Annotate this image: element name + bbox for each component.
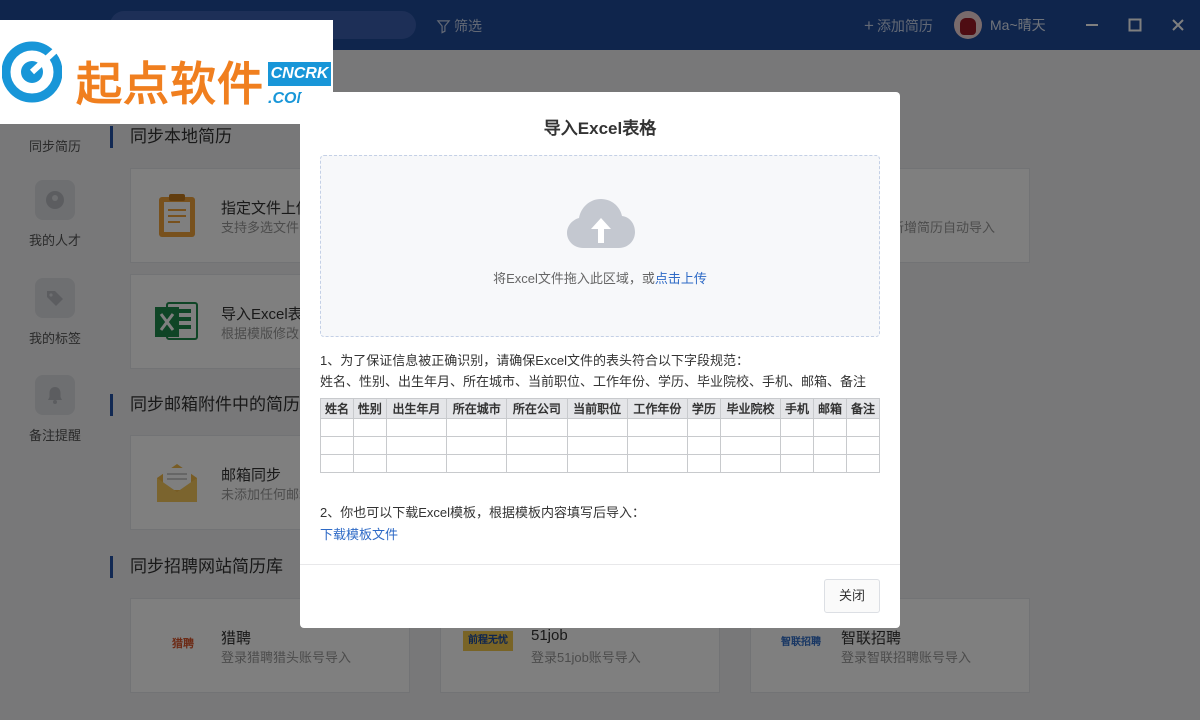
drop-instruction: 将Excel文件拖入此区域，或点击上传 [321, 268, 879, 287]
header-rule-note: 1、为了保证信息被正确识别，请确保Excel文件的表头符合以下字段规范： [320, 353, 750, 368]
watermark-badge: CNCRK [268, 62, 331, 86]
table-header-row: 姓名 性别 出生年月 所在城市 所在公司 当前职位 工作年份 学历 毕业院校 手… [320, 398, 881, 419]
table-header-cell: 所在城市 [446, 398, 508, 419]
table-header-cell: 姓名 [320, 398, 354, 419]
table-header-cell: 出生年月 [385, 398, 448, 419]
close-button[interactable]: 关闭 [824, 579, 880, 613]
table-header-cell: 所在公司 [506, 398, 568, 419]
table-row [320, 418, 881, 437]
table-header-cell: 学历 [686, 398, 721, 419]
logo-swirl-icon [2, 41, 62, 103]
dialog-title: 导入Excel表格 [543, 119, 657, 138]
watermark-text: 起点软件 [76, 57, 264, 111]
table-header-cell: 毕业院校 [719, 398, 782, 419]
table-header-cell: 邮箱 [813, 398, 847, 419]
table-header-cell: 备注 [845, 398, 881, 419]
download-note: 2、你也可以下载Excel模板，根据模板内容填写后导入： [320, 505, 646, 520]
table-row [320, 436, 881, 455]
table-header-cell: 当前职位 [566, 398, 628, 419]
field-list: 姓名、性别、出生年月、所在城市、当前职位、工作年份、学历、毕业院校、手机、邮箱、… [320, 374, 867, 389]
watermark-logo: 起点软件 CNCRK .COM [0, 20, 333, 124]
download-template-link[interactable]: 下载模板文件 [320, 524, 398, 543]
template-table: 姓名 性别 出生年月 所在城市 所在公司 当前职位 工作年份 学历 毕业院校 手… [320, 398, 881, 473]
upload-cloud-icon [567, 199, 635, 248]
table-header-cell: 手机 [780, 398, 815, 419]
dialog-divider [300, 564, 900, 565]
click-upload-link[interactable]: 点击上传 [655, 271, 707, 286]
import-excel-dialog: 导入Excel表格 将Excel文件拖入此区域，或点击上传 1、为了保证信息被正… [300, 92, 900, 628]
table-header-cell: 工作年份 [626, 398, 688, 419]
table-row [320, 454, 881, 473]
file-dropzone[interactable]: 将Excel文件拖入此区域，或点击上传 [320, 155, 880, 337]
drop-text: 将Excel文件拖入此区域，或 [493, 271, 655, 286]
table-header-cell: 性别 [352, 398, 387, 419]
